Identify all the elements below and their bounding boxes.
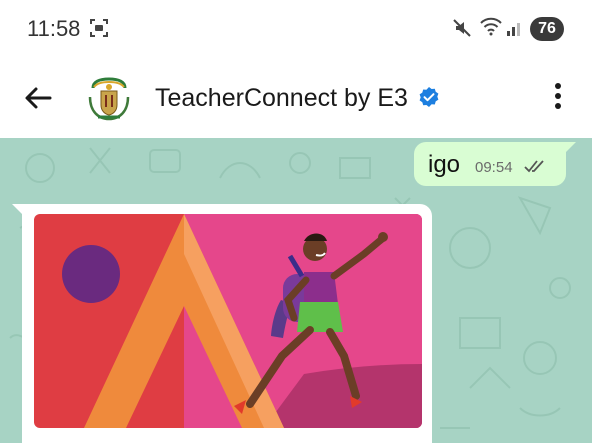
more-vert-icon[interactable]	[548, 78, 568, 114]
chat-header: TeacherConnect by E3	[0, 58, 592, 138]
message-time: 09:54	[475, 159, 513, 176]
teacher-banner-image[interactable]	[34, 214, 422, 428]
wifi-icon	[480, 17, 502, 36]
signal-icon	[507, 23, 520, 36]
double-check-icon	[524, 160, 544, 173]
chat-area[interactable]: igo 09:54	[0, 138, 592, 443]
mute-icon	[453, 19, 471, 37]
chat-title[interactable]: TeacherConnect by E3	[155, 84, 408, 113]
message-text: igo	[428, 151, 461, 178]
outgoing-message[interactable]: igo 09:54	[414, 142, 576, 186]
verified-badge-icon	[419, 87, 439, 107]
back-arrow-icon[interactable]	[22, 82, 54, 114]
status-bar: 11:58 76	[0, 0, 592, 58]
status-time: 11:58	[27, 16, 81, 41]
screenshot-icon	[90, 19, 108, 37]
coat-of-arms-icon[interactable]	[84, 73, 134, 123]
incoming-message[interactable]	[12, 204, 432, 443]
battery-badge: 76	[530, 17, 564, 41]
